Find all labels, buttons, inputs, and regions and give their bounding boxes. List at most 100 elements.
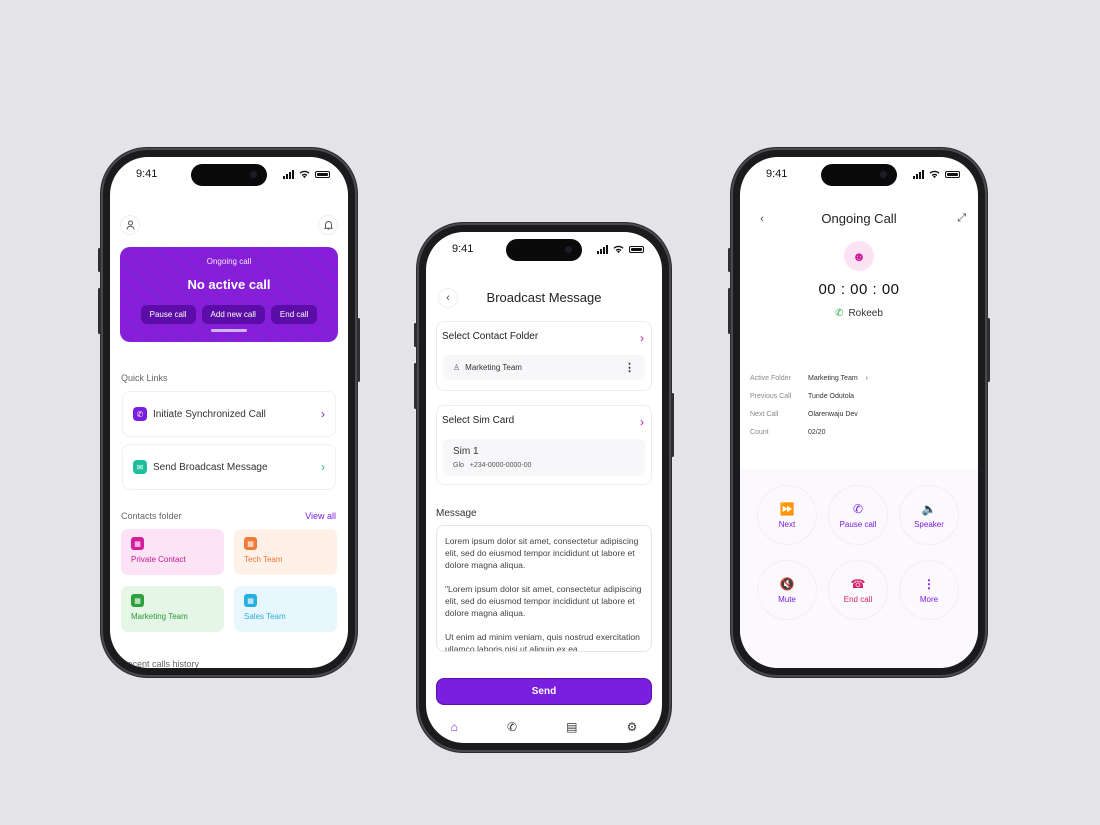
ongoing-call-screen: 9:41 ‹ Ongoing Call ⤢ ☻ 00 : 00 : 00 ✆ Ro… bbox=[740, 157, 978, 668]
end-call-button[interactable]: End call bbox=[270, 305, 318, 324]
recent-calls-title: Recent calls history bbox=[121, 659, 200, 668]
info-value: Tunde Odutola bbox=[808, 393, 855, 400]
phone-icon: ✆ bbox=[133, 407, 147, 421]
message-icon: ✉ bbox=[133, 460, 147, 474]
info-row-next-call: Next Call Olarenwaju Dev bbox=[750, 411, 858, 418]
add-new-call-button[interactable]: Add new call bbox=[201, 305, 265, 324]
signal-icon bbox=[913, 169, 924, 179]
ongoing-call-label: Ongoing call bbox=[206, 257, 252, 266]
chevron-right-icon[interactable]: › bbox=[866, 375, 868, 382]
folder-private-contact[interactable]: ▦ Private Contact bbox=[121, 529, 224, 575]
signal-icon bbox=[597, 244, 608, 254]
broadcast-screen: 9:41 ‹ Broadcast Message Select Contact … bbox=[426, 232, 662, 743]
fast-forward-icon: ⏩ bbox=[779, 501, 795, 516]
sim-name: Sim 1 bbox=[453, 446, 479, 457]
ongoing-call-card: Ongoing call No active call Pause call A… bbox=[120, 247, 338, 342]
bell-icon[interactable] bbox=[318, 215, 338, 235]
view-all-link[interactable]: View all bbox=[305, 511, 336, 521]
chevron-right-icon: › bbox=[321, 460, 325, 474]
control-label: Pause call bbox=[839, 519, 877, 529]
message-label: Message bbox=[436, 508, 477, 519]
home-screen: 9:41 Ongoing call No active call Pause c… bbox=[110, 157, 348, 668]
home-tab-icon[interactable]: ⌂ bbox=[451, 720, 458, 734]
folder-icon: ▦ bbox=[131, 537, 144, 550]
info-key: Count bbox=[750, 429, 769, 436]
chevron-right-icon[interactable]: › bbox=[640, 331, 644, 345]
battery-icon bbox=[945, 170, 960, 178]
group-icon: ♙ bbox=[453, 363, 461, 372]
contact-folder-label: Select Contact Folder bbox=[442, 331, 539, 342]
calls-tab-icon[interactable]: ✆ bbox=[507, 720, 517, 734]
phone-pause-icon: ✆ bbox=[852, 501, 864, 516]
folder-label: Private Contact bbox=[131, 555, 186, 564]
page-title: Ongoing Call bbox=[821, 211, 897, 226]
status-bar: 9:41 bbox=[426, 243, 662, 255]
chevron-left-icon[interactable]: ‹ bbox=[752, 209, 772, 229]
chevron-left-icon[interactable]: ‹ bbox=[438, 287, 458, 308]
drag-handle[interactable] bbox=[211, 329, 247, 332]
caller-row: ✆ Rokeeb bbox=[740, 308, 978, 319]
more-vertical-icon[interactable]: ⋮ bbox=[624, 361, 635, 374]
control-label: Next bbox=[778, 519, 796, 529]
pause-call-button[interactable]: ✆ Pause call bbox=[828, 485, 888, 545]
mute-icon: 🔇 bbox=[779, 576, 795, 591]
status-time: 9:41 bbox=[136, 168, 158, 180]
info-key: Previous Call bbox=[750, 393, 792, 400]
speaker-icon: 🔈 bbox=[921, 501, 937, 516]
folder-marketing-team[interactable]: ▦ Marketing Team bbox=[121, 586, 224, 632]
quick-link-label: Initiate Synchronized Call bbox=[153, 408, 266, 420]
send-button[interactable]: Send bbox=[436, 678, 652, 705]
next-button[interactable]: ⏩ Next bbox=[757, 485, 817, 545]
message-textarea[interactable]: Lorem ipsum dolor sit amet, consectetur … bbox=[436, 525, 652, 652]
sim-carrier: Glo bbox=[453, 462, 464, 469]
info-row-active-folder: Active Folder Marketing Team › bbox=[750, 375, 868, 382]
contacts-folder-title: Contacts folder bbox=[121, 511, 182, 521]
minimize-icon[interactable]: ⤢ bbox=[957, 212, 966, 225]
control-label: Speaker bbox=[914, 519, 944, 529]
contact-folder-card[interactable]: Select Contact Folder › ♙ Marketing Team … bbox=[436, 321, 652, 391]
quick-links-title: Quick Links bbox=[121, 373, 168, 383]
signal-icon bbox=[283, 169, 294, 179]
sim-card-label: Select Sim Card bbox=[442, 415, 515, 426]
quick-link-initiate-call[interactable]: ✆ Initiate Synchronized Call › bbox=[122, 391, 336, 437]
settings-tab-icon[interactable]: ⚙ bbox=[627, 720, 638, 734]
call-controls-panel: ⏩ Next ✆ Pause call 🔈 Speaker 🔇 Mute ☎ E… bbox=[740, 469, 978, 668]
folder-label: Tech Team bbox=[244, 555, 283, 564]
folder-icon: ▦ bbox=[131, 594, 144, 607]
pause-call-button[interactable]: Pause call bbox=[140, 305, 196, 324]
user-icon[interactable] bbox=[120, 215, 140, 235]
folder-tech-team[interactable]: ▦ Tech Team bbox=[234, 529, 337, 575]
message-paragraph: Lorem ipsum dolor sit amet, consectetur … bbox=[445, 536, 639, 570]
sim-number: +234-0000-0000-00 bbox=[469, 462, 532, 469]
quick-link-broadcast[interactable]: ✉ Send Broadcast Message › bbox=[122, 444, 336, 490]
more-button[interactable]: ⋮ More bbox=[899, 560, 959, 620]
info-value: Olarenwaju Dev bbox=[808, 411, 858, 418]
status-time: 9:41 bbox=[766, 168, 788, 180]
caller-name: Rokeeb bbox=[848, 308, 883, 319]
bottom-tab-bar: ⌂ ✆ ▤ ⚙ bbox=[426, 711, 662, 743]
wifi-icon bbox=[929, 170, 940, 178]
ongoing-call-title: No active call bbox=[187, 277, 271, 292]
sim-card-card[interactable]: Select Sim Card › Sim 1 Glo +234-0000-00… bbox=[436, 405, 652, 485]
control-label: Mute bbox=[778, 594, 796, 604]
mute-button[interactable]: 🔇 Mute bbox=[757, 560, 817, 620]
selected-folder: Marketing Team bbox=[465, 363, 522, 372]
battery-icon bbox=[629, 245, 644, 253]
speaker-button[interactable]: 🔈 Speaker bbox=[899, 485, 959, 545]
folder-label: Marketing Team bbox=[131, 612, 188, 621]
battery-icon bbox=[315, 170, 330, 178]
wifi-icon bbox=[299, 170, 310, 178]
status-bar: 9:41 bbox=[110, 168, 348, 180]
contacts-tab-icon[interactable]: ▤ bbox=[566, 720, 577, 734]
info-value: 02/20 bbox=[808, 429, 826, 436]
end-call-button[interactable]: ☎ End call bbox=[828, 560, 888, 620]
more-vertical-icon: ⋮ bbox=[923, 576, 935, 591]
chevron-right-icon[interactable]: › bbox=[640, 415, 644, 429]
info-key: Active Folder bbox=[750, 375, 791, 382]
info-value: Marketing Team bbox=[808, 375, 858, 382]
control-label: More bbox=[919, 594, 939, 604]
folder-icon: ▦ bbox=[244, 594, 257, 607]
status-time: 9:41 bbox=[452, 243, 474, 255]
folder-icon: ▦ bbox=[244, 537, 257, 550]
folder-sales-team[interactable]: ▦ Sales Team bbox=[234, 586, 337, 632]
